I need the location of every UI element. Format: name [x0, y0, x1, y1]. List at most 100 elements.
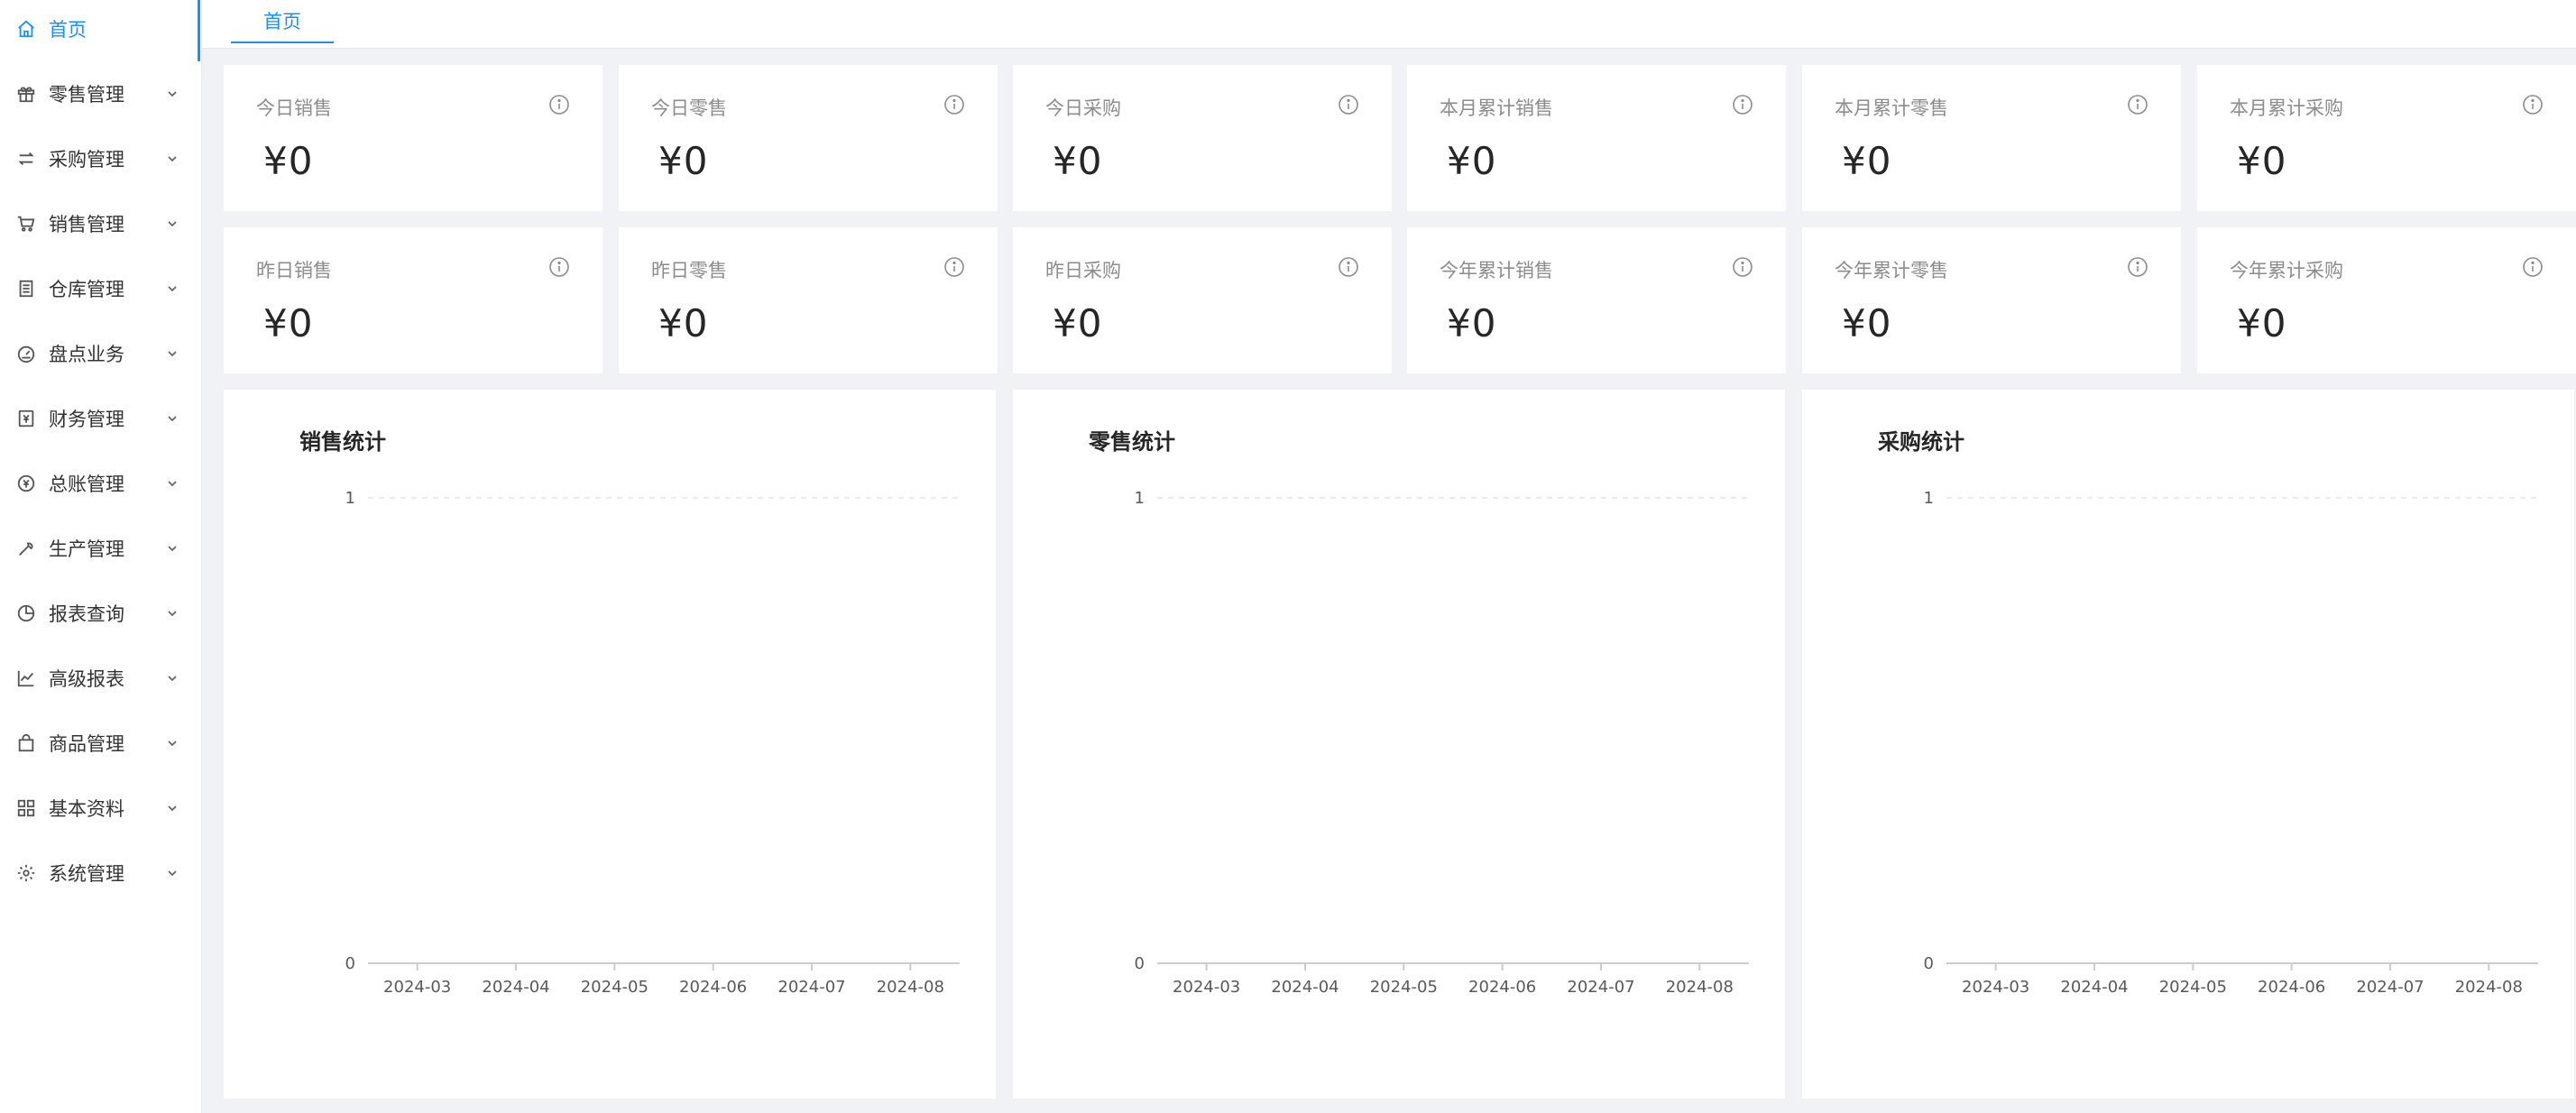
chart-point: [908, 961, 912, 965]
chevron-down-icon: [166, 152, 179, 165]
chevron-down-icon: [166, 217, 179, 230]
stat-card-month-purchase: 本月累计采购 ¥0: [2197, 65, 2576, 211]
appstore-icon: [16, 798, 36, 818]
info-circle-icon[interactable]: [548, 94, 570, 115]
sidebar-item-products[interactable]: 商品管理: [0, 711, 200, 776]
sidebar-item-production[interactable]: 生产管理: [0, 516, 200, 581]
sidebar-item-label: 财务管理: [49, 409, 124, 430]
sidebar-item-label: 商品管理: [49, 733, 124, 755]
chart-point: [2191, 961, 2194, 965]
sidebar-item-advanced-reports[interactable]: 高级报表: [0, 646, 200, 711]
chevron-down-icon: [166, 347, 179, 360]
chart-point: [1205, 961, 1209, 965]
sidebar: 首页 零售管理 采购管理 销售管理 仓库管理 盘点业务 财务管理 总账管理 生产…: [0, 0, 202, 1113]
stat-value: ¥0: [1447, 139, 1497, 183]
chart-y-tick-label: 0: [345, 954, 355, 973]
chart-point: [1599, 961, 1603, 965]
sidebar-item-label: 销售管理: [49, 214, 124, 235]
chart-point: [2388, 961, 2392, 965]
chevron-down-icon: [166, 802, 179, 814]
stat-value: ¥0: [263, 301, 314, 345]
swap-icon: [16, 149, 36, 169]
chevron-down-icon: [166, 607, 179, 620]
info-circle-icon[interactable]: [2127, 94, 2148, 115]
purchase-chart: 0 1 2024-03 2024-04 2024-05 2024-06 2024-07 202…: [1924, 489, 2538, 997]
sidebar-item-basic-data[interactable]: 基本资料: [0, 776, 200, 841]
stat-title: 昨日销售: [256, 260, 332, 281]
info-circle-icon[interactable]: [943, 256, 965, 278]
tab-home[interactable]: 首页: [231, 0, 334, 43]
sidebar-item-purchase[interactable]: 采购管理: [0, 126, 200, 191]
chart-point: [810, 961, 814, 965]
tab-bar: 首页: [202, 0, 2576, 49]
chart-point: [416, 961, 419, 965]
chevron-down-icon: [166, 867, 179, 879]
info-circle-icon[interactable]: [943, 94, 965, 115]
info-circle-icon[interactable]: [2127, 256, 2148, 278]
stat-title: 本月累计销售: [1440, 97, 1553, 119]
chart-x-tick-label: 2024-04: [2060, 978, 2128, 997]
gift-icon: [16, 84, 36, 104]
chart-point: [1697, 961, 1701, 965]
stat-value: ¥0: [658, 301, 709, 345]
chart-x-tick-label: 2024-08: [877, 978, 944, 997]
info-circle-icon[interactable]: [1338, 256, 1359, 278]
chart-x-tick-label: 2024-06: [1468, 978, 1536, 997]
sidebar-item-warehouse[interactable]: 仓库管理: [0, 256, 200, 321]
info-circle-icon[interactable]: [548, 256, 570, 278]
sidebar-item-label: 盘点业务: [49, 344, 124, 365]
chart-x-tick-label: 2024-05: [2159, 978, 2227, 997]
chart-point: [612, 961, 616, 965]
warehouse-icon: [16, 279, 36, 299]
sidebar-item-label: 报表查询: [49, 603, 124, 625]
sidebar-item-sales[interactable]: 销售管理: [0, 191, 200, 256]
stat-value: ¥0: [1053, 301, 1103, 345]
chart-point: [1303, 961, 1307, 965]
chevron-down-icon: [166, 737, 179, 750]
chart-point: [1994, 961, 1998, 965]
stat-card-yesterday-sales: 昨日销售 ¥0: [224, 227, 603, 373]
tool-icon: [16, 538, 36, 558]
info-circle-icon[interactable]: [1338, 94, 1359, 115]
stat-title: 今日采购: [1045, 97, 1121, 119]
stat-title: 今日销售: [256, 97, 332, 119]
stat-value: ¥0: [2237, 301, 2287, 345]
chart-point: [1402, 961, 1405, 965]
stat-card-yesterday-retail: 昨日零售 ¥0: [619, 227, 998, 373]
chart-x-tick-label: 2024-03: [1173, 978, 1240, 997]
chevron-down-icon: [166, 412, 179, 425]
chart-x-tick-label: 2024-06: [679, 978, 747, 997]
chart-point: [2290, 961, 2294, 965]
chart-card-sales: 销售统计 0 1 2024-03 2024-04 2024-05 2024-06 2024-…: [224, 390, 996, 1099]
stat-title: 今日零售: [651, 97, 727, 119]
info-circle-icon[interactable]: [2522, 256, 2544, 278]
info-circle-icon[interactable]: [1732, 94, 1753, 115]
stat-title: 本月累计零售: [1835, 97, 1948, 119]
chart-y-tick-label: 0: [1924, 954, 1934, 973]
stat-value: ¥0: [1053, 139, 1103, 183]
ledger-icon: [16, 474, 36, 493]
stat-card-month-sales: 本月累计销售 ¥0: [1407, 65, 1786, 211]
chart-x-tick-label: 2024-07: [2356, 978, 2424, 997]
sidebar-item-finance[interactable]: 财务管理: [0, 386, 200, 451]
chart-x-tick-label: 2024-08: [2455, 978, 2523, 997]
sidebar-item-ledger[interactable]: 总账管理: [0, 451, 200, 516]
sidebar-item-inventory-check[interactable]: 盘点业务: [0, 321, 200, 386]
home-icon: [16, 19, 36, 39]
chart-x-tick-label: 2024-07: [777, 978, 845, 997]
sidebar-item-home[interactable]: 首页: [0, 0, 200, 61]
sidebar-item-system[interactable]: 系统管理: [0, 841, 200, 906]
stat-value: ¥0: [1447, 301, 1497, 345]
info-circle-icon[interactable]: [2522, 94, 2544, 115]
chart-card-purchase: 采购统计 0 1 2024-03 2024-04 2024-05 2024-06 2024-…: [1802, 390, 2574, 1099]
stat-card-yesterday-purchase: 昨日采购 ¥0: [1013, 227, 1392, 373]
chart-point: [712, 961, 715, 965]
chevron-down-icon: [166, 282, 179, 295]
chart-x-tick-label: 2024-04: [482, 978, 549, 997]
info-circle-icon[interactable]: [1732, 256, 1753, 278]
chart-y-tick-label: 1: [1924, 489, 1934, 508]
stat-card-year-purchase: 今年累计采购 ¥0: [2197, 227, 2576, 373]
sidebar-item-retail[interactable]: 零售管理: [0, 61, 200, 126]
sidebar-item-reports[interactable]: 报表查询: [0, 581, 200, 646]
chart-y-tick-label: 1: [1135, 489, 1145, 508]
